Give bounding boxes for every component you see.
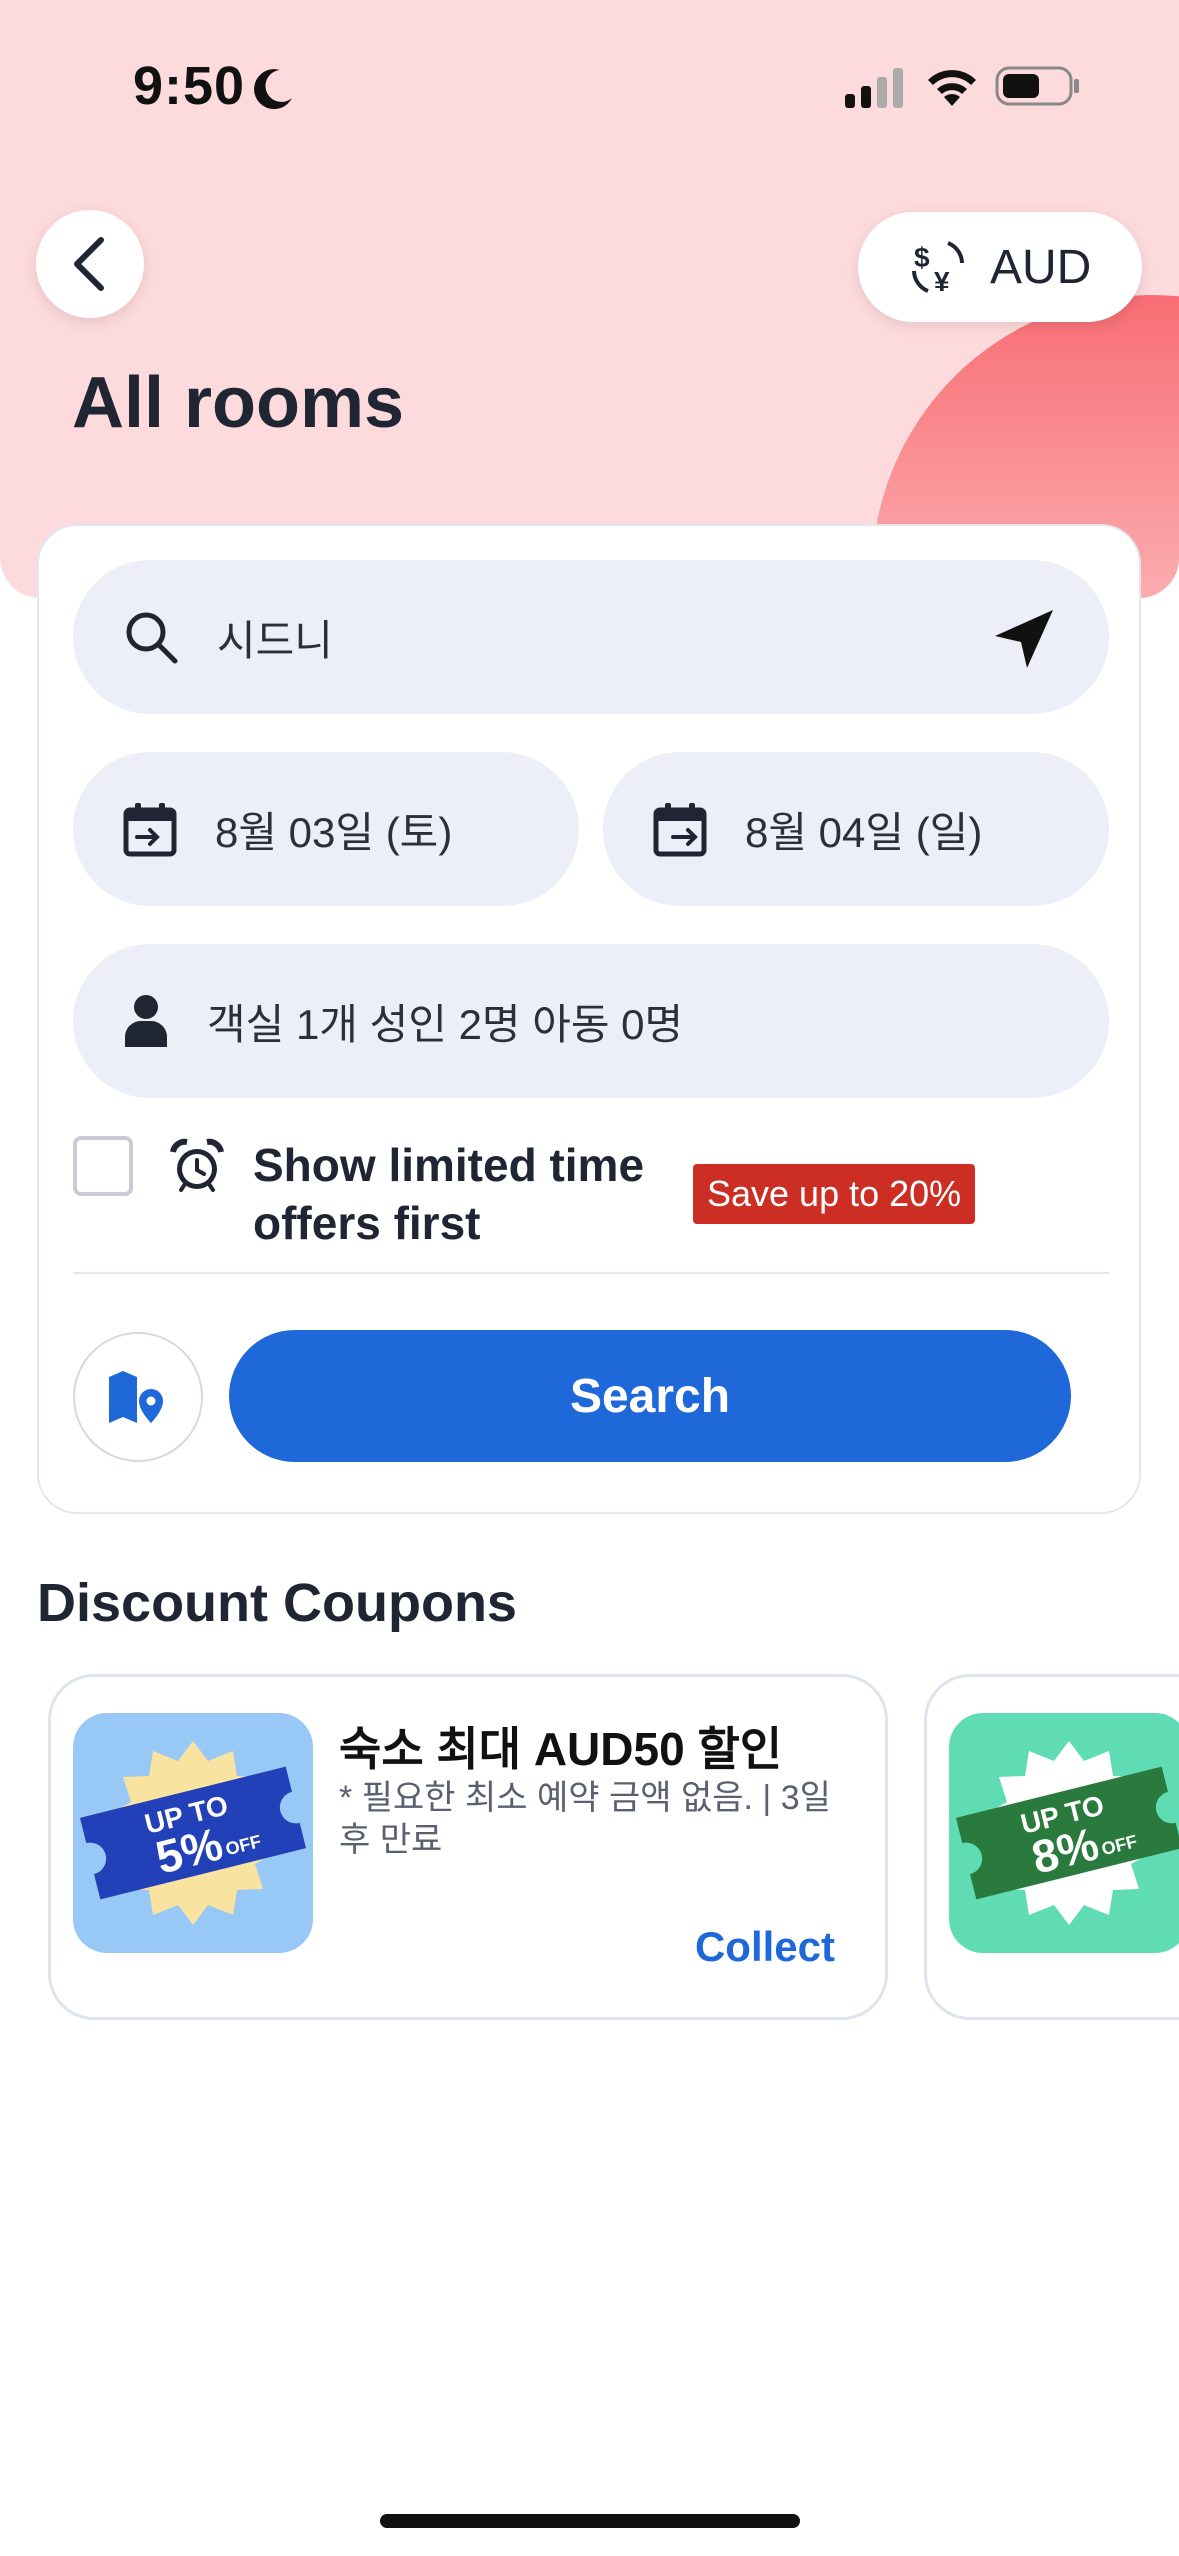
- search-card: 시드니 8월 03일 (토) 8월 04일 (일) 객실 1개 성인 2명 아동…: [37, 524, 1141, 1514]
- alarm-clock-icon: [170, 1138, 224, 1192]
- search-button[interactable]: Search: [229, 1330, 1071, 1462]
- destination-field[interactable]: 시드니: [73, 560, 1109, 714]
- wifi-icon: [928, 70, 976, 106]
- save-badge: Save up to 20%: [693, 1164, 976, 1224]
- divider: [73, 1272, 1109, 1274]
- map-pin-icon: [109, 1371, 163, 1423]
- moon-icon: [254, 69, 292, 110]
- coupon-card[interactable]: UP TO 8% OFF: [924, 1674, 1179, 2020]
- limited-offers-checkbox[interactable]: [73, 1136, 133, 1196]
- calendar-checkout-icon: [653, 803, 707, 857]
- coupon-5-percent-image: UP TO 5% OFF: [73, 1713, 313, 1953]
- coupon-card[interactable]: UP TO 5% OFF 숙소 최대 AUD50 할인 * 필요한 최소 예약 …: [48, 1674, 888, 2020]
- svg-text:$: $: [914, 242, 930, 273]
- checkin-date-value: 8월 03일 (토): [215, 808, 453, 856]
- collect-button[interactable]: Collect: [695, 1923, 835, 1971]
- map-view-button[interactable]: [73, 1332, 203, 1462]
- currency-exchange-icon: $ ¥: [912, 241, 964, 297]
- battery-icon: [995, 66, 1079, 106]
- checkout-date-field[interactable]: 8월 04일 (일): [603, 752, 1109, 906]
- svg-text:¥: ¥: [934, 266, 950, 297]
- cellular-signal-icon: [845, 68, 903, 108]
- checkout-date-value: 8월 04일 (일): [745, 808, 983, 856]
- chevron-left-icon: [74, 237, 104, 291]
- home-indicator[interactable]: [380, 2514, 800, 2528]
- coupon-title: 숙소 최대 AUD50 할인: [339, 1723, 783, 1775]
- coupons-heading: Discount Coupons: [37, 1573, 517, 1633]
- coupon-8-percent-image: UP TO 8% OFF: [949, 1713, 1179, 1953]
- coupon-description: * 필요한 최소 예약 금액 없음. | 3일 후 만료: [339, 1779, 831, 1859]
- status-time: 9:50: [133, 56, 246, 116]
- currency-selector-button[interactable]: $ ¥ AUD: [858, 212, 1142, 322]
- destination-value: 시드니: [217, 616, 333, 664]
- currency-label: AUD: [990, 240, 1092, 294]
- person-icon: [125, 995, 167, 1047]
- back-button[interactable]: [36, 210, 144, 318]
- limited-offers-label[interactable]: Show limited time offers first: [253, 1136, 693, 1252]
- search-icon: [126, 612, 178, 664]
- checkin-date-field[interactable]: 8월 03일 (토): [73, 752, 579, 906]
- guests-rooms-value: 객실 1개 성인 2명 아동 0명: [207, 1000, 684, 1048]
- page-title: All rooms: [72, 363, 405, 443]
- calendar-checkin-icon: [123, 803, 177, 857]
- current-location-icon[interactable]: [991, 606, 1057, 672]
- guests-rooms-field[interactable]: 객실 1개 성인 2명 아동 0명: [73, 944, 1109, 1098]
